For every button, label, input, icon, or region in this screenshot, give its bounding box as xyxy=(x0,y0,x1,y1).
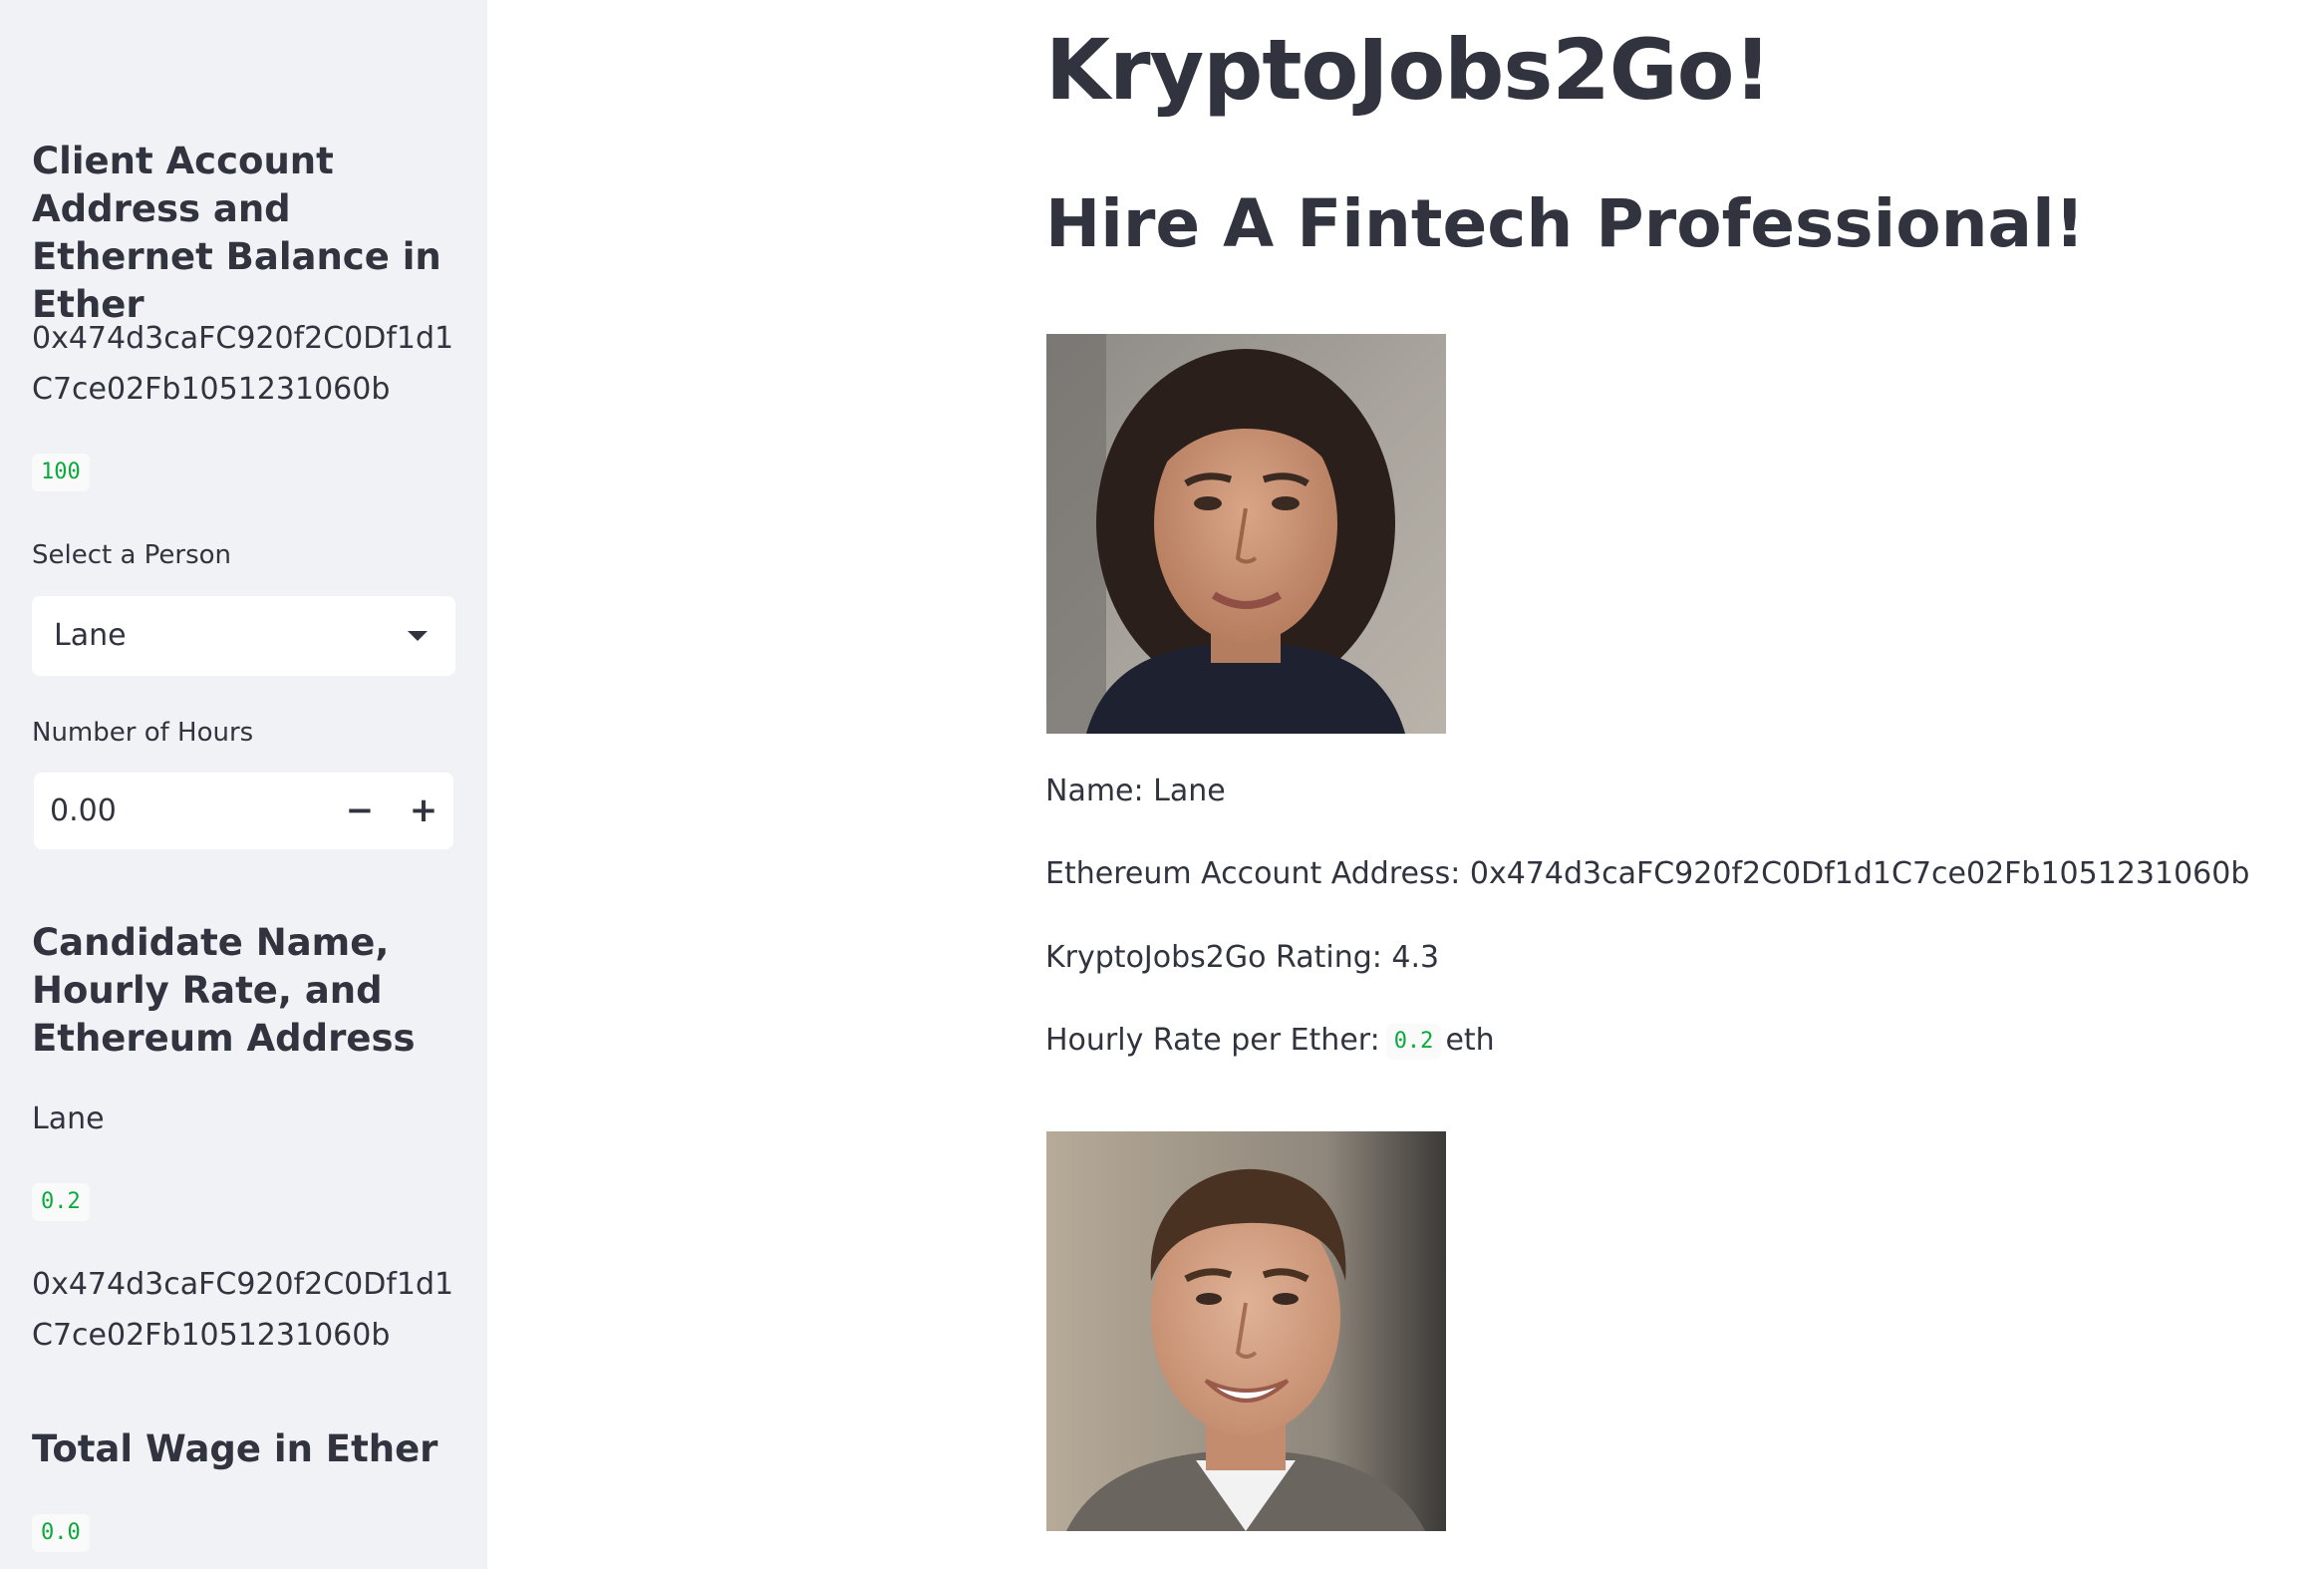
candidate-photo xyxy=(1046,1131,1446,1531)
candidate-address-line: Ethereum Account Address: 0x474d3caFC920… xyxy=(1045,856,2250,891)
select-person-label: Select a Person xyxy=(32,540,232,570)
chevron-down-icon xyxy=(408,631,428,641)
candidate-name-line: Name: Lane xyxy=(1045,774,1226,808)
candidate-rate-line: Hourly Rate per Ether: 0.2 eth xyxy=(1045,1021,1495,1061)
sidebar: Client Account Address and Ethernet Bala… xyxy=(0,0,487,1569)
select-person-dropdown[interactable]: Lane xyxy=(32,596,455,676)
candidate-name: Lane xyxy=(32,1101,105,1136)
wage-badge: 0.0 xyxy=(32,1514,90,1552)
hours-number-input: − + xyxy=(34,773,453,849)
app-root: Client Account Address and Ethernet Bala… xyxy=(0,0,2324,1569)
page-title: KryptoJobs2Go! xyxy=(1045,21,1772,119)
page-subtitle: Hire A Fintech Professional! xyxy=(1045,185,2085,262)
hours-input[interactable] xyxy=(34,773,333,849)
selected-person-value: Lane xyxy=(54,618,127,653)
candidate-heading: Candidate Name, Hourly Rate, and Ethereu… xyxy=(32,921,416,1060)
candidate-address: 0x474d3caFC920f2C0Df1d1C7ce02Fb105123106… xyxy=(32,1267,454,1353)
wage-heading: Total Wage in Ether xyxy=(32,1427,438,1470)
candidate-rating-line: KryptoJobs2Go Rating: 4.3 xyxy=(1045,940,1440,975)
candidate-photo xyxy=(1046,334,1446,734)
rate-prefix: Hourly Rate per Ether: xyxy=(1045,1023,1380,1058)
client-account-address: 0x474d3caFC920f2C0Df1d1C7ce02Fb105123106… xyxy=(32,321,454,407)
increment-button[interactable]: + xyxy=(393,773,454,849)
hours-label: Number of Hours xyxy=(32,718,254,748)
rate-suffix: eth xyxy=(1445,1023,1495,1058)
candidate-rate-badge: 0.2 xyxy=(32,1183,90,1221)
decrement-button[interactable]: − xyxy=(329,773,391,849)
rate-value-badge: 0.2 xyxy=(1385,1023,1442,1060)
account-heading: Client Account Address and Ethernet Bala… xyxy=(32,140,441,326)
balance-badge: 100 xyxy=(32,454,90,491)
